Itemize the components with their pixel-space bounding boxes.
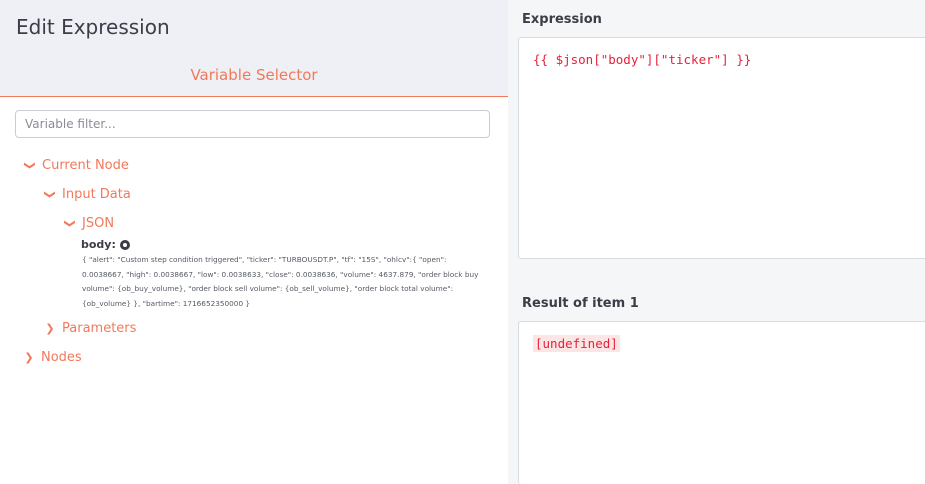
result-output: [undefined] — [518, 321, 925, 484]
tree-item-label: Input Data — [62, 187, 131, 202]
result-value: [undefined] — [533, 335, 620, 352]
dialog-title: Edit Expression — [16, 15, 170, 39]
tree-item-nodes[interactable]: ❯ Nodes — [22, 350, 82, 365]
section-title: Variable Selector — [190, 66, 318, 84]
tree-item-label: Nodes — [41, 350, 82, 365]
body-key-label: body: — [81, 238, 116, 251]
chevron-down-icon: ❯ — [23, 160, 37, 171]
chevron-down-icon: ❯ — [43, 189, 57, 200]
tree-item-label: JSON — [82, 216, 115, 231]
circle-dot-icon — [119, 239, 130, 250]
result-label: Result of item 1 — [522, 296, 639, 311]
chevron-down-icon: ❯ — [63, 218, 77, 229]
body-key[interactable]: body: — [81, 238, 130, 251]
tree-item-label: Parameters — [62, 321, 137, 336]
chevron-right-icon: ❯ — [45, 322, 55, 335]
chevron-right-icon: ❯ — [24, 351, 34, 364]
expression-label: Expression — [522, 12, 602, 27]
tree-item-json[interactable]: ❯ JSON — [63, 216, 115, 231]
body-value: { "alert": "Custom step condition trigge… — [82, 255, 479, 308]
tree-item-label: Current Node — [42, 158, 129, 173]
tree-item-current-node[interactable]: ❯ Current Node — [23, 158, 129, 173]
expression-code: {{ $json["body"]["ticker"] }} — [533, 52, 752, 67]
tree-item-input-data[interactable]: ❯ Input Data — [43, 187, 131, 202]
panel-header: Edit Expression Variable Selector — [0, 0, 508, 97]
expression-panel: Expression {{ $json["body"]["ticker"] }}… — [508, 0, 925, 484]
variable-filter-input[interactable] — [15, 110, 490, 138]
variable-selector-panel: Edit Expression Variable Selector ❯ Curr… — [0, 0, 508, 484]
tree-item-parameters[interactable]: ❯ Parameters — [43, 321, 136, 336]
expression-editor[interactable]: {{ $json["body"]["ticker"] }} — [518, 37, 925, 259]
